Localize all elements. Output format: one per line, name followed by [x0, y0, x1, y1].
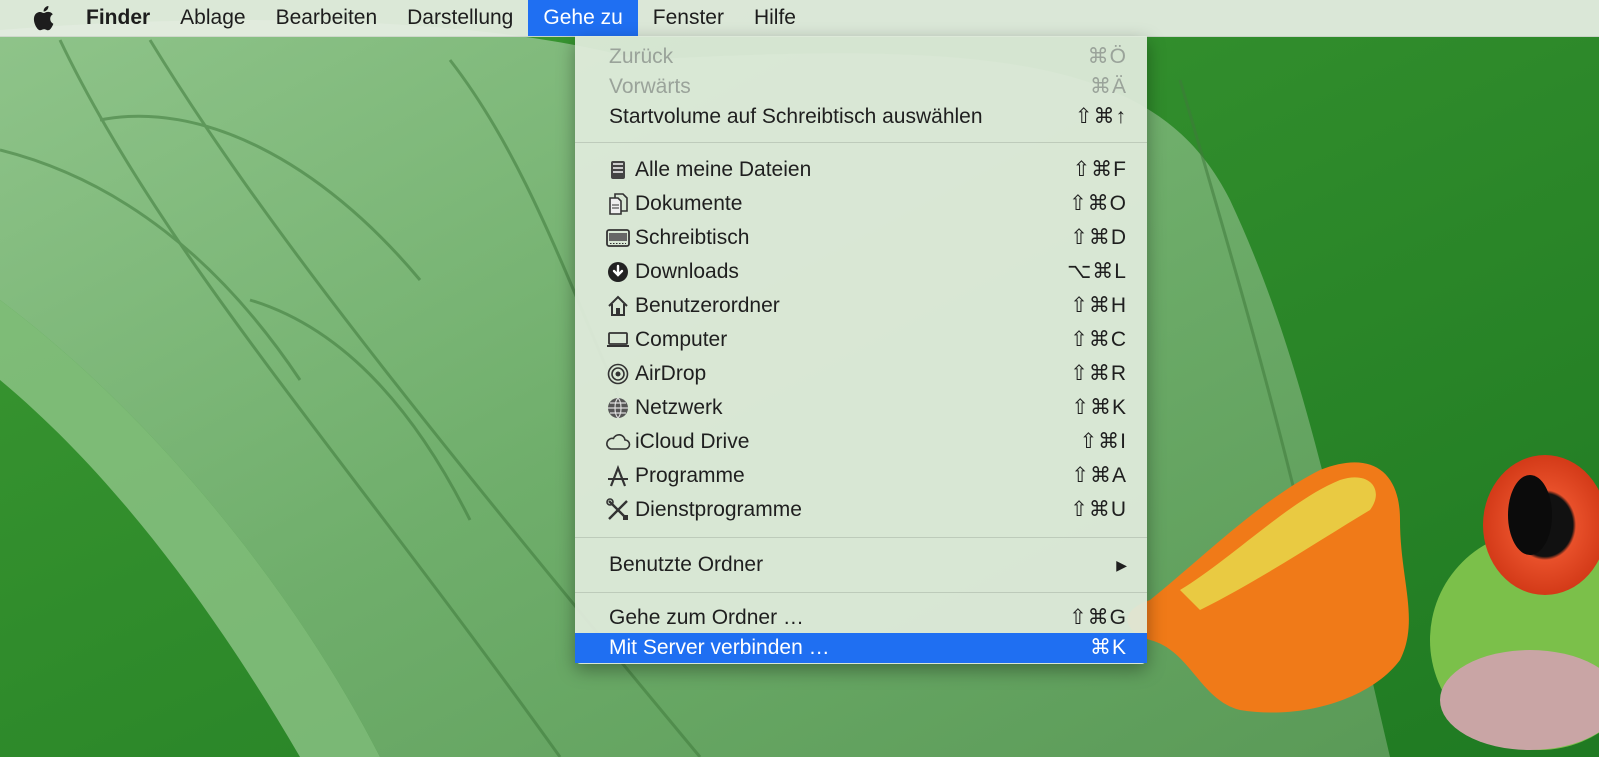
all-files-icon [605, 157, 631, 183]
menu-item-shortcut: ⇧⌘H [1070, 294, 1127, 317]
menu-item-forward[interactable]: Vorwärts ⌘Ä [575, 72, 1147, 102]
menu-item-shortcut: ⇧⌘I [1079, 430, 1127, 453]
menubar-fenster[interactable]: Fenster [638, 0, 739, 36]
menubar-gehe-zu[interactable]: Gehe zu [528, 0, 638, 36]
menu-item-label: Dokumente [635, 192, 743, 215]
menu-item-icloud-drive[interactable]: iCloud Drive ⇧⌘I [575, 425, 1147, 459]
menu-item-shortcut: ⇧⌘A [1071, 464, 1127, 487]
menubar-ablage[interactable]: Ablage [165, 0, 260, 36]
menu-item-network[interactable]: Netzwerk ⇧⌘K [575, 391, 1147, 425]
menu-item-shortcut: ⇧⌘↑ [1074, 105, 1127, 128]
menu-item-applications[interactable]: Programme ⇧⌘A [575, 459, 1147, 493]
menu-item-connect-to-server[interactable]: Mit Server verbinden … ⌘K [575, 633, 1147, 663]
menu-item-label: Alle meine Dateien [635, 158, 812, 181]
menu-item-label: Programme [635, 464, 745, 487]
menu-separator [575, 592, 1147, 593]
menu-item-label: Computer [635, 328, 728, 351]
airdrop-icon [605, 361, 631, 387]
go-menu-dropdown: Zurück ⌘Ö Vorwärts ⌘Ä Startvolume auf Sc… [575, 36, 1147, 664]
menu-item-shortcut: ⇧⌘G [1069, 606, 1127, 629]
menu-item-shortcut: ⇧⌘D [1070, 226, 1127, 249]
menu-item-shortcut: ⌥⌘L [1067, 260, 1127, 283]
menu-item-shortcut: ⌘Ö [1087, 45, 1127, 68]
menu-item-home[interactable]: Benutzerordner ⇧⌘H [575, 289, 1147, 323]
menu-item-label: Benutzerordner [635, 294, 780, 317]
menubar-bearbeiten[interactable]: Bearbeiten [261, 0, 393, 36]
menu-item-back[interactable]: Zurück ⌘Ö [575, 42, 1147, 72]
menu-item-utilities[interactable]: Dienstprogramme ⇧⌘U [575, 493, 1147, 527]
menu-item-shortcut: ⇧⌘O [1069, 192, 1127, 215]
menu-item-label: Startvolume auf Schreibtisch auswählen [609, 105, 983, 128]
menu-item-computer[interactable]: Computer ⇧⌘C [575, 323, 1147, 357]
downloads-icon [605, 259, 631, 285]
menu-item-label: Dienstprogramme [635, 498, 802, 521]
menu-item-documents[interactable]: Dokumente ⇧⌘O [575, 187, 1147, 221]
menu-item-shortcut: ⇧⌘K [1071, 396, 1127, 419]
menu-item-go-to-folder[interactable]: Gehe zum Ordner … ⇧⌘G [575, 603, 1147, 633]
menu-bar: Finder Ablage Bearbeiten Darstellung Geh… [0, 0, 1599, 37]
menu-item-shortcut: ⇧⌘R [1070, 362, 1127, 385]
menu-item-shortcut: ⌘K [1089, 636, 1127, 659]
network-icon [605, 395, 631, 421]
menu-item-label: Schreibtisch [635, 226, 750, 249]
menu-item-label: Zurück [609, 45, 674, 68]
menu-item-label: Downloads [635, 260, 739, 283]
computer-icon [605, 327, 631, 353]
apple-menu-icon[interactable] [14, 0, 72, 36]
applications-icon [605, 463, 631, 489]
menu-separator [575, 537, 1147, 538]
desktop-icon [605, 225, 631, 251]
menu-item-label: AirDrop [635, 362, 707, 385]
menu-item-all-my-files[interactable]: Alle meine Dateien ⇧⌘F [575, 153, 1147, 187]
menu-item-airdrop[interactable]: AirDrop ⇧⌘R [575, 357, 1147, 391]
home-icon [605, 293, 631, 319]
utilities-icon [605, 497, 631, 523]
menu-item-shortcut: ⇧⌘U [1070, 498, 1127, 521]
submenu-arrow-icon: ▶ [1116, 557, 1127, 573]
documents-icon [605, 191, 631, 217]
menu-item-label: Vorwärts [609, 75, 691, 98]
menu-item-shortcut: ⇧⌘F [1072, 158, 1127, 181]
menu-item-desktop[interactable]: Schreibtisch ⇧⌘D [575, 221, 1147, 255]
menu-item-label: Benutzte Ordner [609, 553, 764, 576]
menubar-hilfe[interactable]: Hilfe [739, 0, 811, 36]
menu-item-downloads[interactable]: Downloads ⌥⌘L [575, 255, 1147, 289]
menu-item-label: Netzwerk [635, 396, 723, 419]
menu-separator [575, 142, 1147, 143]
menu-item-label: Gehe zum Ordner … [609, 606, 804, 629]
menubar-darstellung[interactable]: Darstellung [392, 0, 528, 36]
icloud-icon [605, 429, 631, 455]
menu-item-label: Mit Server verbinden … [609, 636, 830, 659]
menu-item-recent-folders[interactable]: Benutzte Ordner ▶ [575, 548, 1147, 582]
menu-item-shortcut: ⌘Ä [1089, 75, 1127, 98]
menu-item-label: iCloud Drive [635, 430, 750, 453]
menu-item-startup-volume[interactable]: Startvolume auf Schreibtisch auswählen ⇧… [575, 102, 1147, 132]
menu-item-shortcut: ⇧⌘C [1070, 328, 1127, 351]
menubar-finder[interactable]: Finder [72, 0, 165, 36]
